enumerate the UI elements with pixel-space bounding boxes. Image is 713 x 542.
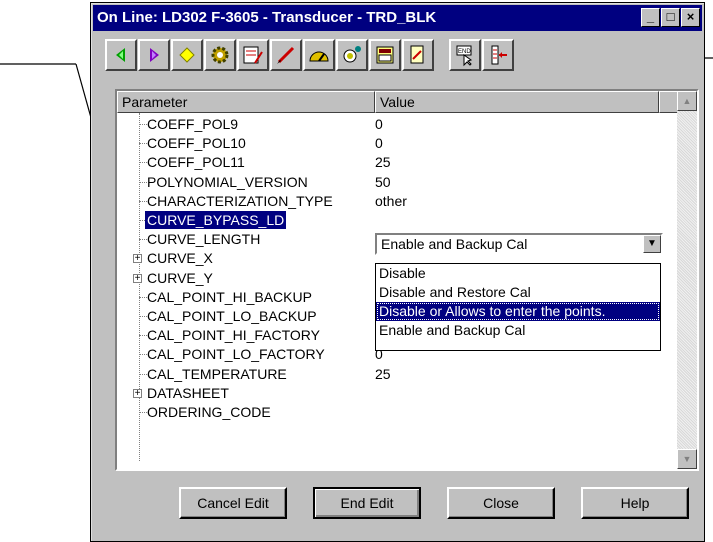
tree-connector: [139, 162, 147, 163]
parameter-name: COEFF_POL9: [147, 116, 239, 132]
document-icon[interactable]: [402, 39, 434, 71]
pencil-icon[interactable]: [270, 39, 302, 71]
calculator-icon[interactable]: [369, 39, 401, 71]
header-spacer: [659, 91, 679, 113]
header-value[interactable]: Value: [375, 91, 659, 113]
parameter-value[interactable]: 25: [375, 153, 391, 171]
maximize-button[interactable]: □: [661, 8, 680, 27]
chevron-down-icon[interactable]: ▼: [643, 235, 661, 253]
toolbar: END: [105, 39, 515, 75]
curve-bypass-dropdown: Disable Disable and Restore Cal Disable …: [375, 263, 661, 351]
scroll-up-icon[interactable]: ▲: [677, 91, 697, 111]
parameter-name: CAL_POINT_LO_BACKUP: [147, 308, 317, 324]
combo-value: Enable and Backup Cal: [381, 236, 528, 252]
back-arrow-icon[interactable]: [105, 39, 137, 71]
parameter-name: DATASHEET: [147, 385, 229, 401]
exit-icon[interactable]: [482, 39, 514, 71]
window-title: On Line: LD302 F-3605 - Transducer - TRD…: [97, 9, 437, 26]
tree-connector: [139, 374, 147, 375]
end-edit-icon[interactable]: END: [449, 39, 481, 71]
parameter-value[interactable]: 0: [375, 134, 383, 152]
option-disable-restore[interactable]: Disable and Restore Cal: [376, 283, 660, 302]
parameter-name: CAL_POINT_LO_FACTORY: [147, 346, 325, 362]
parameter-value[interactable]: 25: [375, 365, 391, 383]
table-row[interactable]: + DATASHEET: [117, 384, 657, 402]
forward-arrow-icon[interactable]: [138, 39, 170, 71]
option-enable-backup[interactable]: Enable and Backup Cal: [376, 321, 660, 340]
expand-plus-icon[interactable]: +: [133, 274, 142, 284]
vertical-scrollbar[interactable]: ▲ ▼: [677, 91, 697, 469]
scroll-down-icon[interactable]: ▼: [677, 449, 697, 469]
table-row[interactable]: COEFF_POL9 0: [117, 115, 657, 133]
table-row[interactable]: CAL_TEMPERATURE 25: [117, 365, 657, 383]
close-button[interactable]: Close: [447, 487, 555, 519]
tree-connector: [139, 201, 147, 202]
tree-connector: [139, 239, 147, 240]
table-row[interactable]: POLYNOMIAL_VERSION 50: [117, 173, 657, 191]
parameter-name: CURVE_BYPASS_LD: [145, 211, 287, 229]
table-row[interactable]: CHARACTERIZATION_TYPE other: [117, 192, 657, 210]
tree-connector: [139, 182, 147, 183]
table-row[interactable]: ORDERING_CODE: [117, 403, 657, 421]
end-edit-button[interactable]: End Edit: [313, 487, 421, 519]
diamond-icon[interactable]: [171, 39, 203, 71]
minimize-button[interactable]: _: [641, 8, 660, 27]
parameter-name: CAL_TEMPERATURE: [147, 366, 287, 382]
table-row[interactable]: COEFF_POL11 25: [117, 153, 657, 171]
expand-plus-icon[interactable]: +: [133, 254, 142, 264]
parameter-name: COEFF_POL11: [147, 154, 245, 170]
table-row[interactable]: CURVE_BYPASS_LD: [117, 211, 657, 229]
table-row[interactable]: COEFF_POL10 0: [117, 134, 657, 152]
tree-connector: [139, 124, 147, 125]
curve-bypass-combo[interactable]: Enable and Backup Cal ▼: [375, 233, 663, 255]
title-bar: On Line: LD302 F-3605 - Transducer - TRD…: [93, 5, 702, 31]
tree-connector: [139, 316, 147, 317]
header-parameter[interactable]: Parameter: [117, 91, 375, 113]
parameter-name: CAL_POINT_HI_FACTORY: [147, 327, 320, 343]
parameter-name: CURVE_Y: [147, 270, 213, 286]
parameter-name: COEFF_POL10: [147, 135, 246, 151]
transducer-window: On Line: LD302 F-3605 - Transducer - TRD…: [90, 2, 705, 542]
option-disable-allow-points[interactable]: Disable or Allows to enter the points.: [376, 302, 660, 321]
tree-connector: [139, 297, 147, 298]
close-window-button[interactable]: ×: [681, 8, 700, 27]
parameter-name: CURVE_LENGTH: [147, 231, 261, 247]
gear-icon[interactable]: [204, 39, 236, 71]
parameter-name: CURVE_X: [147, 250, 213, 266]
parameter-name: ORDERING_CODE: [147, 404, 271, 420]
sensor-icon[interactable]: [336, 39, 368, 71]
parameter-grid: Parameter Value ▲ ▼ COEFF_POL9 0 COEFF_POL…: [115, 89, 699, 471]
parameter-value[interactable]: other: [375, 192, 407, 210]
gauge-icon[interactable]: [303, 39, 335, 71]
svg-text:END: END: [458, 49, 471, 55]
chart-edit-icon[interactable]: [237, 39, 269, 71]
tree-connector: [139, 143, 147, 144]
parameter-name: CAL_POINT_HI_BACKUP: [147, 289, 312, 305]
tree-connector: [139, 354, 147, 355]
parameter-value[interactable]: 0: [375, 115, 383, 133]
tree-connector: [139, 335, 147, 336]
expand-plus-icon[interactable]: +: [133, 389, 142, 399]
parameter-value[interactable]: 50: [375, 173, 391, 191]
parameter-name: CHARACTERIZATION_TYPE: [147, 193, 333, 209]
tree-connector: [139, 412, 147, 413]
help-button[interactable]: Help: [581, 487, 689, 519]
parameter-name: POLYNOMIAL_VERSION: [147, 174, 308, 190]
cancel-edit-button[interactable]: Cancel Edit: [179, 487, 287, 519]
option-disable[interactable]: Disable: [376, 264, 660, 283]
